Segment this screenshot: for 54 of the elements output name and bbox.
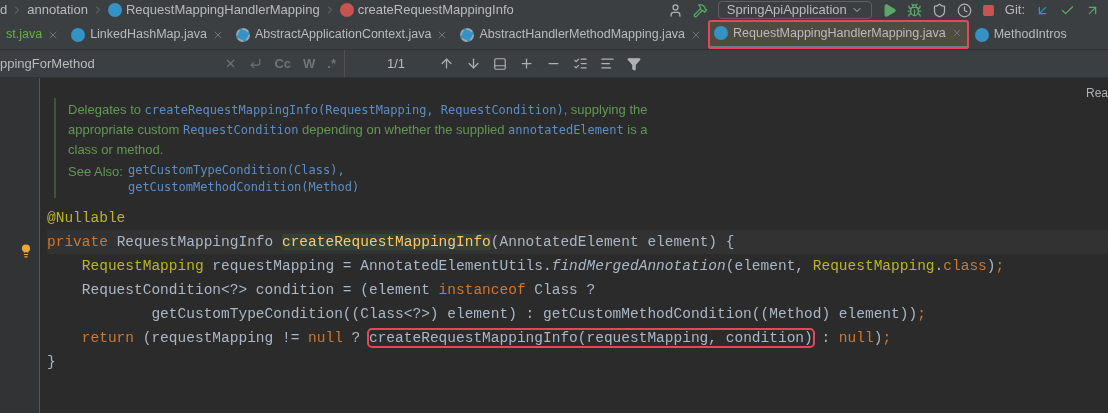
run-config-dropdown[interactable]: SpringApiApplication xyxy=(717,1,872,19)
window-icon[interactable] xyxy=(493,56,507,71)
breadcrumb-item[interactable]: annotation xyxy=(27,0,88,20)
search-field[interactable]: ppingForMethod Cc W .* xyxy=(0,50,345,77)
editor-tab[interactable]: AbstractApplicationContext.java xyxy=(229,20,455,49)
method-icon xyxy=(339,3,354,17)
newline-icon[interactable] xyxy=(249,57,263,70)
breadcrumb-item[interactable]: createRequestMappingInfo xyxy=(357,0,514,20)
editor-tab[interactable]: st.java xyxy=(0,20,66,49)
code-line: getCustomTypeCondition((Class<?>) element) : getCustomMethodCondition((Method) element)); xyxy=(150,305,927,324)
code-line: @Nullable xyxy=(47,209,127,228)
format-icon[interactable] xyxy=(600,56,615,71)
hammer-icon[interactable] xyxy=(692,2,708,18)
select-all-icon[interactable] xyxy=(573,56,588,71)
class-icon xyxy=(71,27,86,42)
doc-comment-text: Delegates to createRequestMappingInfo(RequestMapping, RequestCondition), supplying the appropriate custom RequestCondition depending on whether the supplied annotatedElement is a class or method. xyxy=(68,101,649,159)
class-icon xyxy=(974,27,989,42)
tab-label: RequestMappingHandlerMapping.java xyxy=(733,24,946,42)
abstract-class-icon xyxy=(235,27,250,42)
filter-icon[interactable] xyxy=(627,56,641,71)
profile-icon[interactable] xyxy=(956,2,972,18)
git-label: Git: xyxy=(1004,1,1025,20)
abstract-class-icon xyxy=(460,27,475,42)
class-icon xyxy=(107,3,122,17)
code-line: return (requestMapping != null ? createRequestMappingInfo(requestMapping, condition) : null); xyxy=(80,329,893,348)
code-line: } xyxy=(47,353,57,372)
match-count: 1/1 xyxy=(387,54,407,73)
tab-label: LinkedHashMap.java xyxy=(90,26,207,44)
breadcrumb-item[interactable]: RequestMappingHandlerMapping xyxy=(125,0,320,20)
user-icon[interactable] xyxy=(667,2,683,18)
lightbulb-icon[interactable] xyxy=(19,244,33,258)
editor-tab[interactable]: RequestMappingHandlerMapping.java xyxy=(708,20,969,49)
code-line: RequestMapping requestMapping = AnnotatedElementUtils.findMergedAnnotation(element, RequestMapping.class); xyxy=(80,257,1006,276)
tab-label: st.java xyxy=(6,26,43,44)
breadcrumb-item[interactable]: d xyxy=(0,0,8,20)
see-also-label: See Also: xyxy=(68,163,123,181)
editor-tab[interactable]: MethodIntros xyxy=(968,20,1073,49)
code-line: RequestCondition<?> condition = (element instanceof Class ? xyxy=(80,281,597,300)
editor-tab[interactable]: LinkedHashMap.java xyxy=(65,20,230,49)
add-selection-icon[interactable] xyxy=(519,56,534,71)
run-icon[interactable] xyxy=(881,2,897,18)
tab-label: AbstractHandlerMethodMapping.java xyxy=(479,26,686,44)
next-icon[interactable] xyxy=(466,56,481,71)
reader-mode-label[interactable]: Rea xyxy=(1086,84,1108,102)
doc-link[interactable]: getCustomTypeCondition(Class), xyxy=(127,162,360,179)
stop-icon[interactable] xyxy=(981,3,995,17)
class-icon xyxy=(714,26,729,40)
editor-tab[interactable]: AbstractHandlerMethodMapping.java xyxy=(454,20,709,49)
tab-label: AbstractApplicationContext.java xyxy=(254,26,432,44)
coverage-icon[interactable] xyxy=(931,2,947,18)
tab-label: MethodIntros xyxy=(993,26,1067,44)
bug-icon[interactable] xyxy=(906,2,922,18)
previous-icon[interactable] xyxy=(439,56,454,71)
doc-link[interactable]: getCustomMethodCondition(Method) xyxy=(127,179,360,196)
